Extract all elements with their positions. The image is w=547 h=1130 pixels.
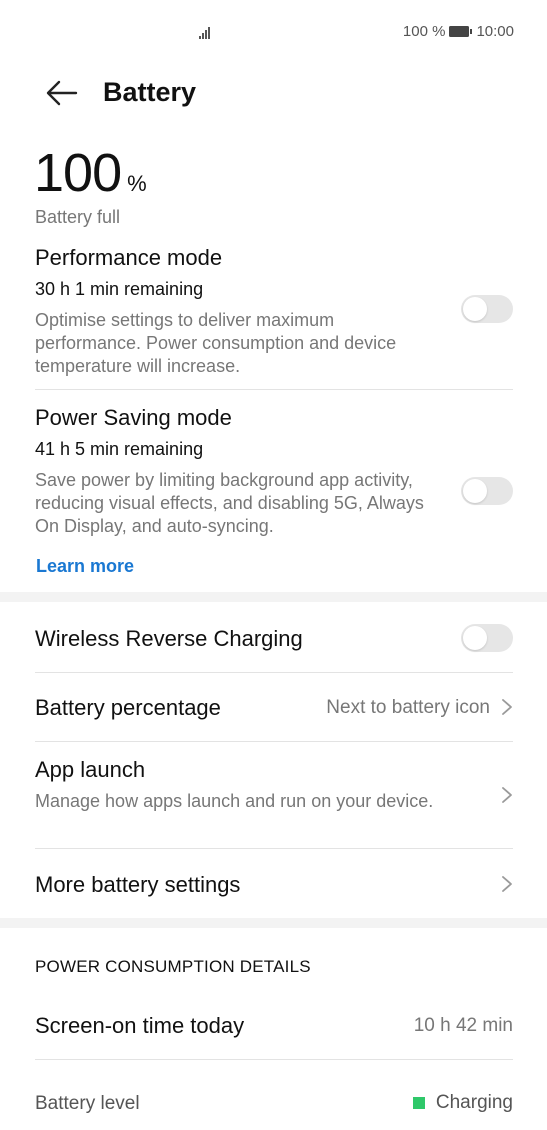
power-saving-mode-description: Save power by limiting background app ac…: [35, 470, 424, 536]
status-time: 10:00: [476, 23, 514, 40]
battery-percentage-row[interactable]: Battery percentage Next to battery icon: [0, 673, 547, 741]
performance-mode-remaining: 30 h 1 min remaining: [35, 279, 204, 299]
legend-swatch: [412, 1097, 425, 1109]
performance-mode-description: Optimise settings to deliver maximum per…: [35, 310, 397, 376]
section-gap: [0, 592, 547, 602]
charging-legend: Charging: [412, 1092, 513, 1114]
section-gap: [0, 918, 547, 928]
battery-status: Battery full: [35, 207, 121, 227]
wireless-reverse-charging-row[interactable]: Wireless Reverse Charging: [0, 602, 547, 672]
battery-percentage-title: Battery percentage: [35, 695, 221, 720]
chevron-right-icon: [501, 786, 513, 804]
app-bar: Battery: [0, 70, 547, 116]
battery-icon: [449, 26, 473, 37]
charging-legend-label: Charging: [435, 1092, 513, 1113]
app-launch-description: Manage how apps launch and run on your d…: [35, 791, 434, 811]
power-saving-mode-title: Power Saving mode: [35, 405, 232, 430]
battery-level-number: 100: [34, 143, 122, 203]
battery-percentage-value: Next to battery icon: [326, 697, 490, 718]
wireless-reverse-charging-toggle[interactable]: [461, 624, 513, 652]
battery-level-unit: %: [127, 171, 147, 196]
learn-more-link[interactable]: Learn more: [36, 556, 134, 577]
back-button[interactable]: [42, 76, 82, 110]
status-bar: 100 % 10:00: [0, 0, 547, 64]
divider: [35, 389, 513, 390]
screen-on-time-value: 10 h 42 min: [413, 1015, 513, 1036]
battery-level-label: Battery level: [35, 1093, 140, 1114]
page-title: Battery: [103, 77, 197, 107]
wireless-reverse-charging-title: Wireless Reverse Charging: [35, 626, 303, 651]
more-battery-settings-title: More battery settings: [35, 872, 241, 897]
toggle-knob: [463, 479, 487, 503]
power-saving-mode-remaining: 41 h 5 min remaining: [35, 439, 204, 459]
chevron-right-icon: [501, 875, 513, 893]
status-right: 100 % 10:00: [403, 23, 514, 40]
chevron-right-icon: [501, 698, 513, 716]
screen-on-time-row: Screen-on time today 10 h 42 min: [0, 990, 547, 1058]
battery-level-row: Battery level Charging: [0, 1060, 547, 1130]
more-battery-settings-row[interactable]: More battery settings: [0, 849, 547, 917]
signal-icon: [199, 25, 215, 39]
arrow-left-icon: [46, 80, 78, 106]
performance-mode-title: Performance mode: [35, 245, 223, 270]
app-launch-row[interactable]: App launch Manage how apps launch and ru…: [0, 742, 547, 848]
app-launch-title: App launch: [35, 757, 146, 782]
toggle-knob: [463, 626, 487, 650]
power-saving-mode-toggle[interactable]: [461, 477, 513, 505]
performance-mode-toggle[interactable]: [461, 295, 513, 323]
status-battery-percent: 100 %: [402, 23, 446, 40]
screen-on-time-label: Screen-on time today: [35, 1013, 245, 1038]
power-consumption-header: POWER CONSUMPTION DETAILS: [35, 957, 311, 976]
performance-mode-row[interactable]: Performance mode 30 h 1 min remaining Op…: [0, 240, 547, 390]
power-saving-mode-row[interactable]: Power Saving mode 41 h 5 min remaining S…: [0, 400, 547, 540]
battery-level-display: 100 %: [34, 142, 147, 204]
toggle-knob: [463, 297, 487, 321]
